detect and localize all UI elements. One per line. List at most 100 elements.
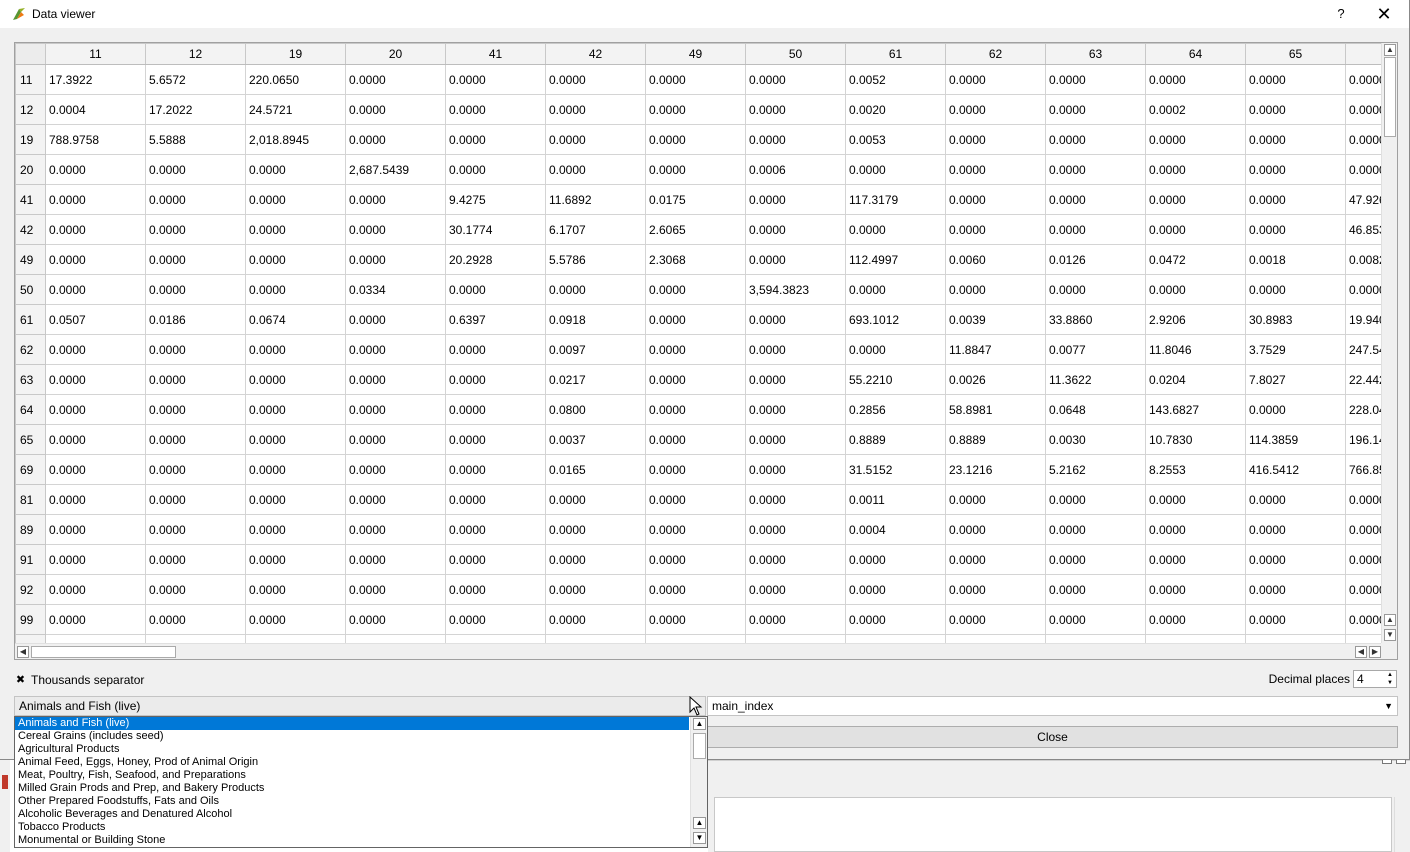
- table-cell[interactable]: 0.0000: [1245, 154, 1346, 185]
- table-cell[interactable]: 31.5152: [845, 454, 946, 485]
- table-cell[interactable]: 0.0000: [945, 574, 1046, 605]
- table-cell[interactable]: 5.5786: [545, 244, 646, 275]
- dropdown-option[interactable]: Alcoholic Beverages and Denatured Alcoho…: [15, 808, 689, 821]
- table-cell[interactable]: 0.0000: [145, 484, 246, 515]
- table-cell[interactable]: 0.0000: [1145, 484, 1246, 515]
- table-cell[interactable]: 0.0006: [745, 154, 846, 185]
- column-header[interactable]: 62: [945, 43, 1046, 65]
- table-cell[interactable]: 0.0000: [945, 94, 1046, 125]
- table-cell[interactable]: 0.0000: [645, 544, 746, 575]
- table-cell[interactable]: 0.0000: [545, 124, 646, 155]
- table-cell[interactable]: 0.0000: [1045, 604, 1146, 635]
- table-cell[interactable]: 0.0165: [545, 454, 646, 485]
- table-cell[interactable]: 0.0000: [745, 94, 846, 125]
- table-cell[interactable]: 0.0000: [145, 604, 246, 635]
- table-cell[interactable]: 0.0000: [945, 64, 1046, 95]
- column-header[interactable]: 65: [1245, 43, 1346, 65]
- table-cell[interactable]: 0.0000: [1245, 274, 1346, 305]
- table-cell[interactable]: 0.0004: [45, 94, 146, 125]
- table-cell[interactable]: 0.0000: [745, 484, 846, 515]
- table-cell[interactable]: 0.0000: [45, 334, 146, 365]
- table-cell[interactable]: 0.0000: [1145, 154, 1246, 185]
- table-vertical-scrollbar[interactable]: ▲ ▲ ▼: [1381, 43, 1397, 645]
- commodity-select[interactable]: Animals and Fish (live): [14, 696, 706, 716]
- table-cell[interactable]: 0.0472: [1145, 244, 1246, 275]
- table-cell[interactable]: 117.3179: [845, 184, 946, 215]
- checkmark-icon[interactable]: ✖: [15, 674, 26, 686]
- table-cell[interactable]: 11.8847: [945, 334, 1046, 365]
- table-cell[interactable]: 0.0000: [845, 154, 946, 185]
- table-cell[interactable]: 0.0000: [645, 424, 746, 455]
- table-cell[interactable]: 0.2856: [845, 394, 946, 425]
- table-cell[interactable]: 0.0000: [1045, 184, 1146, 215]
- table-cell[interactable]: 0.0000: [145, 424, 246, 455]
- dropdown-option[interactable]: Agricultural Products: [15, 743, 689, 756]
- table-cell[interactable]: 0.0000: [145, 574, 246, 605]
- scroll-up-icon[interactable]: ▲: [693, 718, 706, 730]
- table-cell[interactable]: 0.0000: [245, 274, 346, 305]
- dropdown-option[interactable]: Tobacco Products: [15, 821, 689, 834]
- table-cell[interactable]: 0.0000: [1145, 604, 1246, 635]
- column-header[interactable]: 61: [845, 43, 946, 65]
- table-cell[interactable]: 0.0000: [345, 424, 446, 455]
- row-header[interactable]: 99: [15, 604, 46, 635]
- table-cell[interactable]: 0.6397: [445, 304, 546, 335]
- table-cell[interactable]: 0.0002: [1145, 94, 1246, 125]
- table-cell[interactable]: 0.0000: [945, 484, 1046, 515]
- table-cell[interactable]: 0.0000: [445, 274, 546, 305]
- table-cell[interactable]: 0.0000: [1045, 154, 1146, 185]
- row-header[interactable]: 91: [15, 544, 46, 575]
- scroll-up-icon[interactable]: ▲: [693, 817, 706, 829]
- help-button[interactable]: ?: [1329, 4, 1353, 24]
- table-cell[interactable]: 11.8046: [1145, 334, 1246, 365]
- table-cell[interactable]: 2.3068: [645, 244, 746, 275]
- table-cell[interactable]: 0.0000: [845, 544, 946, 575]
- column-header[interactable]: 50: [745, 43, 846, 65]
- table-cell[interactable]: 0.0000: [445, 604, 546, 635]
- table-cell[interactable]: 0.0000: [845, 574, 946, 605]
- table-cell[interactable]: 0.0030: [1045, 424, 1146, 455]
- table-cell[interactable]: 0.0000: [1345, 544, 1383, 575]
- table-cell[interactable]: 0.0000: [245, 334, 346, 365]
- decimal-places-spinbox[interactable]: 4 ▲ ▼: [1353, 670, 1397, 688]
- table-cell[interactable]: 0.0000: [1345, 154, 1383, 185]
- table-cell[interactable]: 0.0020: [845, 94, 946, 125]
- table-cell[interactable]: 0.0000: [545, 274, 646, 305]
- table-cell[interactable]: 0.0000: [345, 184, 446, 215]
- row-header[interactable]: 61: [15, 304, 46, 335]
- table-cell[interactable]: 17.3922: [45, 64, 146, 95]
- table-cell[interactable]: 0.0000: [145, 364, 246, 395]
- table-cell[interactable]: 0.0000: [745, 604, 846, 635]
- table-cell[interactable]: 0.0000: [1145, 64, 1246, 95]
- table-cell[interactable]: 0.0000: [845, 604, 946, 635]
- close-button[interactable]: Close: [707, 726, 1398, 748]
- table-cell[interactable]: 0.0204: [1145, 364, 1246, 395]
- table-cell[interactable]: 0.0000: [1045, 514, 1146, 545]
- table-cell[interactable]: 0.0000: [945, 184, 1046, 215]
- dropdown-option[interactable]: Monumental or Building Stone: [15, 834, 689, 847]
- table-cell[interactable]: 17.2022: [145, 94, 246, 125]
- dropdown-option[interactable]: Animals and Fish (live): [15, 717, 689, 730]
- table-cell[interactable]: 0.0000: [345, 214, 446, 245]
- table-cell[interactable]: 0.0000: [645, 334, 746, 365]
- table-cell[interactable]: 0.0060: [945, 244, 1046, 275]
- table-cell[interactable]: 0.0000: [245, 154, 346, 185]
- table-cell[interactable]: 0.0000: [345, 334, 446, 365]
- table-cell[interactable]: 19.940: [1345, 304, 1383, 335]
- table-cell[interactable]: 0.0000: [1245, 604, 1346, 635]
- table-cell[interactable]: 247.54: [1345, 334, 1383, 365]
- table-cell[interactable]: 0.0082: [1345, 244, 1383, 275]
- dropdown-scrollbar[interactable]: ▲ ▲ ▼: [690, 717, 707, 847]
- table-cell[interactable]: 0.0000: [1245, 184, 1346, 215]
- table-cell[interactable]: 0.0800: [545, 394, 646, 425]
- table-cell[interactable]: 0.0000: [45, 424, 146, 455]
- table-cell[interactable]: 0.0000: [745, 454, 846, 485]
- table-cell[interactable]: 0.0000: [645, 364, 746, 395]
- table-cell[interactable]: 0.0000: [445, 94, 546, 125]
- table-cell[interactable]: 0.0334: [345, 274, 446, 305]
- table-cell[interactable]: 0.0000: [945, 154, 1046, 185]
- table-cell[interactable]: 0.0000: [1345, 94, 1383, 125]
- table-cell[interactable]: 0.0000: [745, 64, 846, 95]
- table-cell[interactable]: 0.0000: [645, 574, 746, 605]
- table-cell[interactable]: 0.0000: [645, 274, 746, 305]
